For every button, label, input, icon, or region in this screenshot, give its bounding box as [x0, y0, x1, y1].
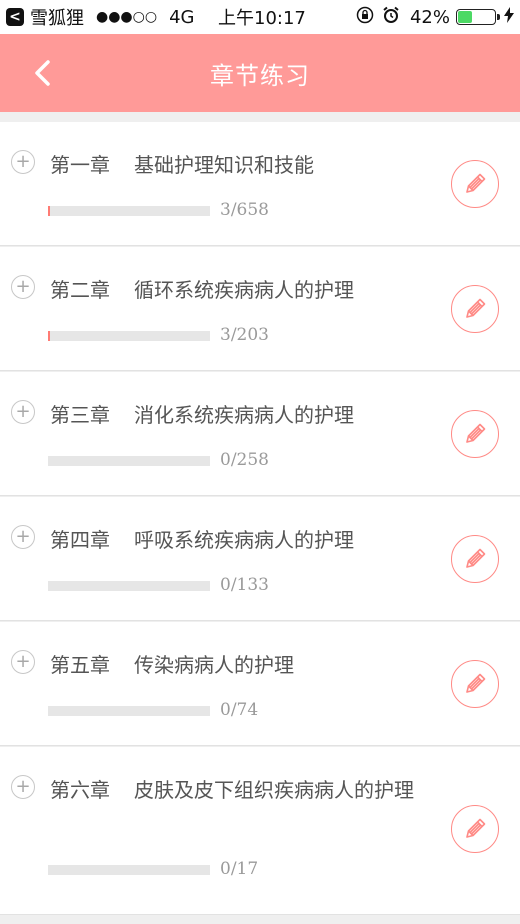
back-to-app-label[interactable]: 雪狐狸: [30, 4, 84, 30]
plus-circle-icon: +: [15, 151, 31, 172]
expand-button[interactable]: +: [11, 150, 35, 174]
progress-bar: [48, 581, 210, 591]
alarm-icon: [382, 6, 400, 28]
plus-circle-icon: +: [15, 526, 31, 547]
signal-strength-icon: ●●●○○: [96, 9, 158, 25]
practice-edit-button[interactable]: [451, 660, 499, 708]
chapter-item[interactable]: + 第五章 传染病病人的护理 0/74: [0, 622, 520, 746]
chapter-number: 第三章: [50, 403, 110, 427]
battery-icon: [456, 9, 500, 25]
progress-bar-fill: [48, 206, 50, 216]
chapter-item[interactable]: + 第三章 消化系统疾病病人的护理 0/258: [0, 372, 520, 496]
progress-bar: [48, 456, 210, 466]
expand-button[interactable]: +: [11, 400, 35, 424]
progress-count: 0/74: [220, 700, 259, 720]
expand-button[interactable]: +: [11, 525, 35, 549]
chapter-title[interactable]: 第三章 消化系统疾病病人的护理: [50, 398, 430, 432]
pencil-icon: [466, 173, 486, 193]
plus-circle-icon: +: [15, 401, 31, 422]
progress-bar: [48, 706, 210, 716]
practice-edit-button[interactable]: [451, 410, 499, 458]
status-bar: < 雪狐狸 ●●●○○ 4G 上午10:17 42%: [0, 0, 520, 34]
progress-bar-fill: [48, 331, 51, 341]
chapter-item[interactable]: + 第四章 呼吸系统疾病病人的护理 0/133: [0, 497, 520, 621]
page-title: 章节练习: [210, 61, 310, 90]
chapter-title[interactable]: 第六章 皮肤及皮下组织疾病病人的护理: [50, 773, 430, 807]
pencil-icon: [466, 818, 486, 838]
status-time: 上午10:17: [218, 8, 306, 29]
chapter-title[interactable]: 第二章 循环系统疾病病人的护理: [50, 273, 430, 307]
progress-bar: [48, 206, 210, 216]
nav-bar: 章节练习: [0, 34, 520, 112]
chapter-item[interactable]: + 第一章 基础护理知识和技能 3/658: [0, 122, 520, 246]
network-type: 4G: [169, 6, 195, 28]
expand-button[interactable]: +: [11, 775, 35, 799]
plus-circle-icon: +: [15, 276, 31, 297]
progress-count: 0/133: [220, 575, 269, 595]
back-to-app-icon[interactable]: <: [6, 8, 24, 26]
chapter-number: 第五章: [50, 653, 110, 677]
expand-button[interactable]: +: [11, 650, 35, 674]
pencil-icon: [466, 423, 486, 443]
chapter-name: 基础护理知识和技能: [134, 153, 314, 177]
chapter-number: 第二章: [50, 278, 110, 302]
progress-bar: [48, 331, 210, 341]
status-bar-left: < 雪狐狸 ●●●○○ 4G: [6, 0, 195, 34]
chapter-item[interactable]: + 第二章 循环系统疾病病人的护理 3/203: [0, 247, 520, 371]
plus-circle-icon: +: [15, 776, 31, 797]
practice-edit-button[interactable]: [451, 285, 499, 333]
expand-button[interactable]: +: [11, 275, 35, 299]
chapter-name: 循环系统疾病病人的护理: [134, 278, 354, 302]
chapter-name: 消化系统疾病病人的护理: [134, 403, 354, 427]
chapter-number: 第六章: [50, 778, 110, 802]
progress-count: 0/258: [220, 450, 269, 470]
chapter-title[interactable]: 第一章 基础护理知识和技能: [50, 148, 430, 182]
practice-edit-button[interactable]: [451, 805, 499, 853]
progress-bar: [48, 865, 210, 875]
chapter-name: 传染病病人的护理: [134, 653, 294, 677]
chapter-title[interactable]: 第四章 呼吸系统疾病病人的护理: [50, 523, 430, 557]
pencil-icon: [466, 298, 486, 318]
practice-edit-button[interactable]: [451, 160, 499, 208]
chapter-number: 第四章: [50, 528, 110, 552]
charging-bolt-icon: [504, 7, 514, 27]
progress-count: 0/17: [220, 859, 259, 879]
rotation-lock-icon: [356, 6, 374, 28]
chapter-name: 呼吸系统疾病病人的护理: [134, 528, 354, 552]
pencil-icon: [466, 673, 486, 693]
progress-count: 3/203: [220, 325, 269, 345]
plus-circle-icon: +: [15, 651, 31, 672]
chapter-item[interactable]: + 第六章 皮肤及皮下组织疾病病人的护理 0/17: [0, 747, 520, 915]
chapter-list: + 第一章 基础护理知识和技能 3/658 + 第二章 循环系统疾病病人的护理 …: [0, 122, 520, 916]
progress-count: 3/658: [220, 200, 269, 220]
practice-edit-button[interactable]: [451, 535, 499, 583]
pencil-icon: [466, 548, 486, 568]
chapter-title[interactable]: 第五章 传染病病人的护理: [50, 648, 430, 682]
chapter-number: 第一章: [50, 153, 110, 177]
battery-percent: 42%: [409, 6, 450, 28]
battery-level-fill: [458, 11, 472, 23]
status-bar-right: 42%: [348, 0, 514, 34]
chapter-name: 皮肤及皮下组织疾病病人的护理: [134, 778, 414, 802]
